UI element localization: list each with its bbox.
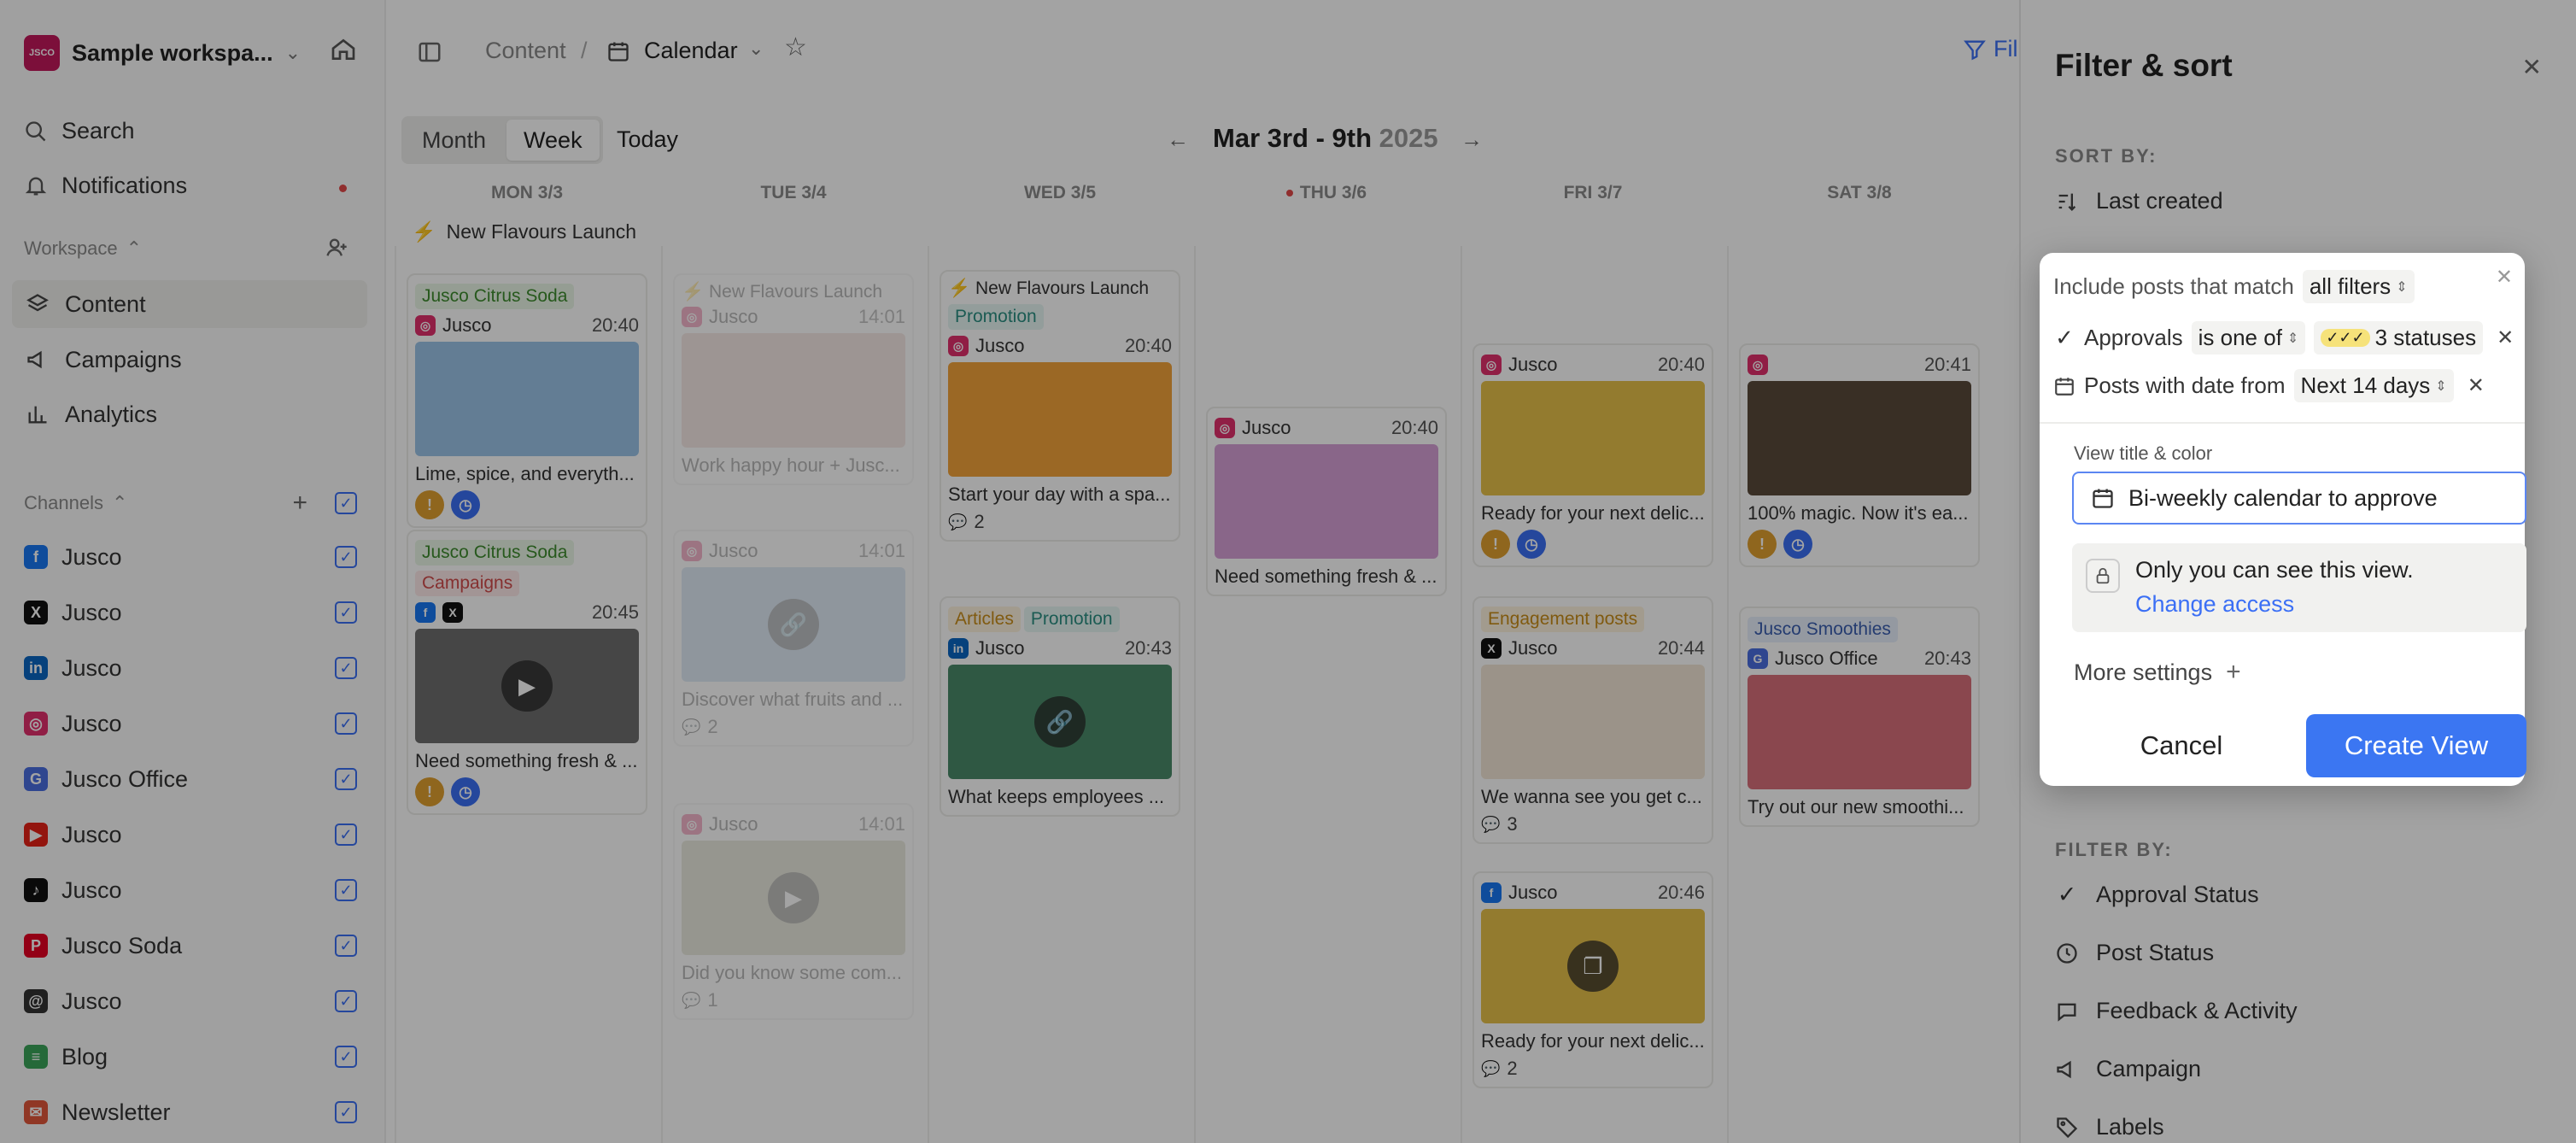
plus-icon: + xyxy=(2226,658,2241,686)
rule-field: Approvals xyxy=(2084,325,2183,350)
filter-rule-approvals: ✓ Approvals is one of ⇕ ✓✓✓ 3 statuses ✕ xyxy=(2053,321,2514,355)
filter-rule-date: Posts with date from Next 14 days ⇕ ✕ xyxy=(2053,369,2485,402)
change-access-link[interactable]: Change access xyxy=(2135,591,2294,618)
check-icon: ✓ xyxy=(2055,325,2074,350)
more-settings-button[interactable]: More settings + xyxy=(2074,658,2241,687)
view-title-value: Bi-weekly calendar to approve xyxy=(2128,484,2438,511)
rule-field: Posts with date from xyxy=(2084,372,2286,398)
view-title-label: View title & color xyxy=(2074,443,2213,464)
divider xyxy=(2040,422,2525,424)
close-icon[interactable]: ✕ xyxy=(2496,265,2513,290)
match-row: Include posts that match all filters ⇕ xyxy=(2053,270,2415,303)
calendar-icon[interactable] xyxy=(2091,486,2115,510)
view-title-input[interactable]: Bi-weekly calendar to approve xyxy=(2072,472,2526,525)
cancel-button[interactable]: Cancel xyxy=(2072,714,2291,777)
match-prefix: Include posts that match xyxy=(2053,273,2294,299)
rule-value: Next 14 days xyxy=(2300,372,2431,398)
rule-operator: is one of xyxy=(2198,325,2282,350)
modal-backdrop[interactable] xyxy=(0,0,2019,1143)
match-value: all filters xyxy=(2309,273,2392,299)
rule-value-select[interactable]: Next 14 days ⇕ xyxy=(2293,369,2454,402)
remove-rule-icon[interactable]: ✕ xyxy=(2468,373,2485,398)
calendar-icon xyxy=(2055,377,2074,396)
match-select[interactable]: all filters ⇕ xyxy=(2302,270,2415,303)
remove-rule-icon[interactable]: ✕ xyxy=(2497,325,2514,350)
create-view-button[interactable]: Create View xyxy=(2306,714,2526,777)
create-view-dialog: ✕ Include posts that match all filters ⇕… xyxy=(2040,253,2526,786)
rule-operator-select[interactable]: is one of ⇕ xyxy=(2191,321,2306,355)
more-settings-label: More settings xyxy=(2074,659,2213,685)
access-text: Only you can see this view. xyxy=(2135,557,2414,583)
rule-value: 3 statuses xyxy=(2374,325,2477,350)
updown-icon: ⇕ xyxy=(2286,331,2299,346)
status-icons: ✓✓✓ xyxy=(2321,329,2370,347)
rule-value-select[interactable]: ✓✓✓ 3 statuses xyxy=(2314,321,2484,355)
access-box: Only you can see this view. Change acces… xyxy=(2072,543,2526,632)
updown-icon: ⇕ xyxy=(2396,279,2408,295)
lock-icon xyxy=(2086,559,2120,593)
updown-icon: ⇕ xyxy=(2435,378,2447,394)
